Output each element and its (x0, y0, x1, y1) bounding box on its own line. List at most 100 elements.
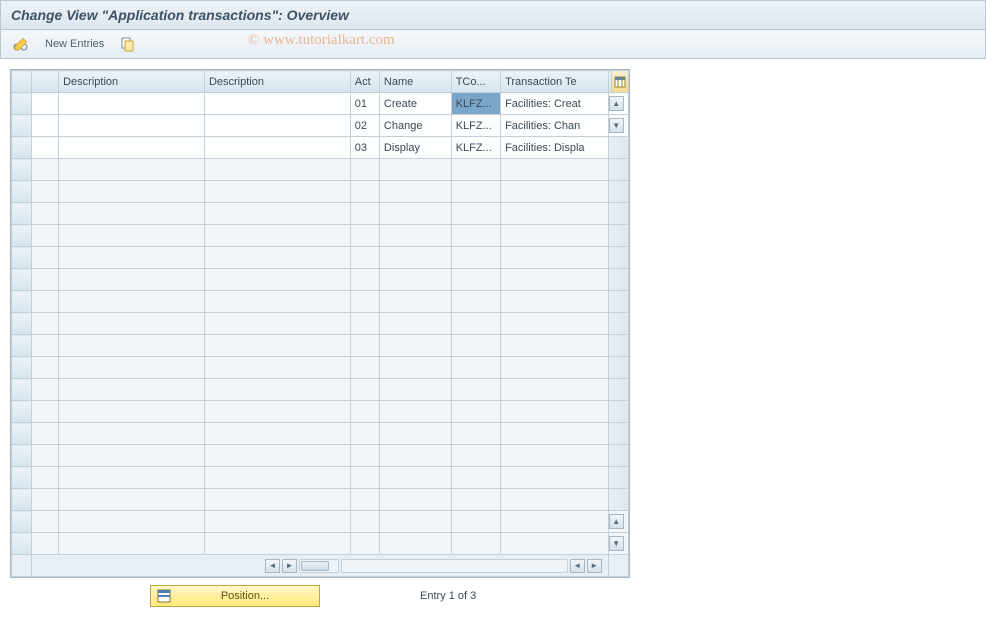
hscroll-track-2[interactable] (341, 559, 568, 573)
row-selector[interactable] (12, 115, 32, 137)
cell-desc1[interactable] (59, 489, 205, 511)
cell-desc1[interactable] (59, 313, 205, 335)
hscroll-left-button-2[interactable]: ◄ (570, 559, 585, 573)
cell-ttext[interactable] (501, 247, 609, 269)
cell-name[interactable]: Display (379, 137, 451, 159)
table-row[interactable]: 01CreateKLFZ...Facilities: Creat▲ (12, 93, 629, 115)
cell-desc2[interactable] (204, 511, 350, 533)
cell-tcode[interactable] (451, 379, 500, 401)
column-tcode[interactable]: TCo... (451, 71, 500, 93)
cell-desc2[interactable] (204, 489, 350, 511)
row-marker[interactable] (32, 115, 59, 137)
row-marker[interactable] (32, 401, 59, 423)
cell-tcode[interactable]: KLFZ... (451, 93, 500, 115)
column-name[interactable]: Name (379, 71, 451, 93)
cell-act[interactable] (350, 379, 379, 401)
cell-act[interactable] (350, 313, 379, 335)
vscroll-down-step-button[interactable]: ▼ (609, 118, 624, 133)
cell-name[interactable] (379, 313, 451, 335)
cell-name[interactable] (379, 357, 451, 379)
table-row[interactable]: 03DisplayKLFZ...Facilities: Displa (12, 137, 629, 159)
row-selector[interactable] (12, 291, 32, 313)
cell-act[interactable] (350, 423, 379, 445)
copy-as-button[interactable] (116, 34, 140, 54)
column-act[interactable]: Act (350, 71, 379, 93)
cell-ttext[interactable]: Facilities: Chan (501, 115, 609, 137)
cell-tcode[interactable] (451, 269, 500, 291)
cell-name[interactable] (379, 291, 451, 313)
table-row[interactable]: ▲ (12, 511, 629, 533)
cell-act[interactable] (350, 533, 379, 555)
position-button[interactable]: Position... (150, 585, 320, 607)
cell-name[interactable] (379, 181, 451, 203)
cell-act[interactable] (350, 511, 379, 533)
row-marker[interactable] (32, 357, 59, 379)
cell-ttext[interactable] (501, 225, 609, 247)
cell-ttext[interactable]: Facilities: Creat (501, 93, 609, 115)
cell-desc1[interactable] (59, 203, 205, 225)
row-marker[interactable] (32, 203, 59, 225)
toggle-change-button[interactable] (9, 34, 33, 54)
cell-ttext[interactable]: Facilities: Displa (501, 137, 609, 159)
row-selector[interactable] (12, 269, 32, 291)
cell-ttext[interactable] (501, 423, 609, 445)
table-row[interactable] (12, 335, 629, 357)
cell-desc1[interactable] (59, 423, 205, 445)
row-marker[interactable] (32, 379, 59, 401)
cell-desc2[interactable] (204, 247, 350, 269)
cell-desc2[interactable] (204, 291, 350, 313)
column-transaction-text[interactable]: Transaction Te (501, 71, 609, 93)
hscroll-left-button[interactable]: ◄ (265, 559, 280, 573)
row-marker[interactable] (32, 335, 59, 357)
cell-name[interactable] (379, 247, 451, 269)
cell-tcode[interactable] (451, 467, 500, 489)
row-marker[interactable] (32, 423, 59, 445)
row-selector[interactable] (12, 181, 32, 203)
cell-name[interactable] (379, 489, 451, 511)
cell-ttext[interactable] (501, 511, 609, 533)
row-selector[interactable] (12, 489, 32, 511)
row-marker[interactable] (32, 93, 59, 115)
cell-act[interactable] (350, 291, 379, 313)
cell-desc2[interactable] (204, 313, 350, 335)
cell-act[interactable]: 02 (350, 115, 379, 137)
cell-desc1[interactable] (59, 225, 205, 247)
cell-desc2[interactable] (204, 467, 350, 489)
cell-desc1[interactable] (59, 291, 205, 313)
hscroll-right-button-2[interactable]: ► (587, 559, 602, 573)
cell-desc2[interactable] (204, 335, 350, 357)
cell-desc2[interactable] (204, 225, 350, 247)
table-row[interactable]: 02ChangeKLFZ...Facilities: Chan▼ (12, 115, 629, 137)
cell-tcode[interactable] (451, 181, 500, 203)
row-selector[interactable] (12, 533, 32, 555)
row-selector[interactable] (12, 511, 32, 533)
row-marker[interactable] (32, 445, 59, 467)
cell-tcode[interactable]: KLFZ... (451, 115, 500, 137)
cell-desc1[interactable] (59, 533, 205, 555)
table-row[interactable] (12, 379, 629, 401)
table-row[interactable] (12, 445, 629, 467)
cell-desc2[interactable] (204, 423, 350, 445)
row-selector[interactable] (12, 225, 32, 247)
cell-act[interactable] (350, 467, 379, 489)
table-row[interactable] (12, 269, 629, 291)
cell-name[interactable] (379, 467, 451, 489)
cell-act[interactable] (350, 225, 379, 247)
table-row[interactable] (12, 247, 629, 269)
row-selector[interactable] (12, 137, 32, 159)
cell-ttext[interactable] (501, 335, 609, 357)
table-row[interactable] (12, 181, 629, 203)
cell-desc1[interactable] (59, 467, 205, 489)
row-marker[interactable] (32, 511, 59, 533)
cell-tcode[interactable] (451, 203, 500, 225)
table-row[interactable] (12, 467, 629, 489)
cell-desc2[interactable] (204, 357, 350, 379)
row-marker[interactable] (32, 247, 59, 269)
cell-name[interactable]: Change (379, 115, 451, 137)
cell-act[interactable] (350, 181, 379, 203)
cell-act[interactable]: 03 (350, 137, 379, 159)
cell-tcode[interactable] (451, 511, 500, 533)
cell-tcode[interactable]: KLFZ... (451, 137, 500, 159)
table-row[interactable] (12, 291, 629, 313)
cell-name[interactable]: Create (379, 93, 451, 115)
